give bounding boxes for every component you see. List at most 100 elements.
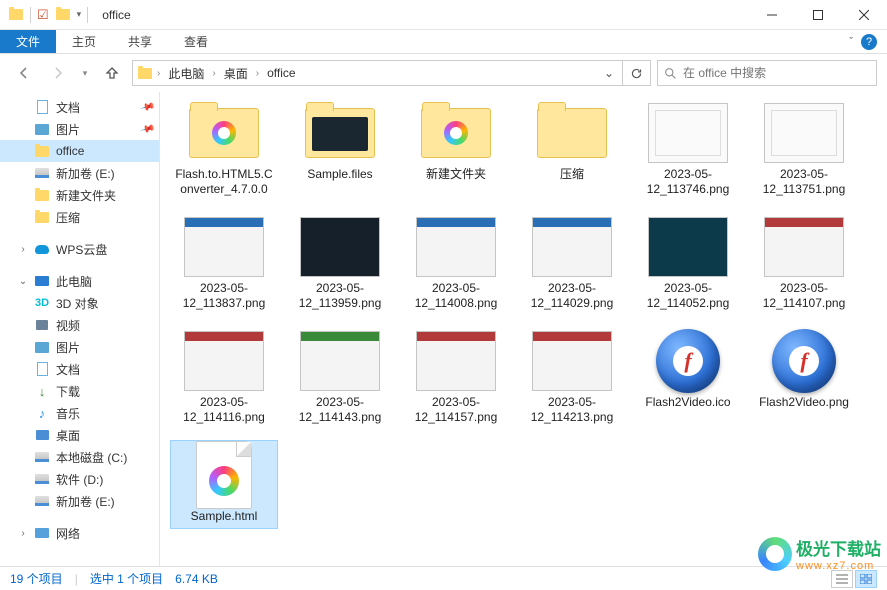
close-button[interactable] [841,0,887,30]
file-name-label: 2023-05-12_113959.png [291,281,389,311]
file-item[interactable]: Sample.html [170,440,278,529]
file-item[interactable]: fFlash2Video.png [750,326,858,430]
ribbon: 文件 主页 共享 查看 ˇ ? [0,30,887,54]
sidebar-item[interactable]: 新加卷 (E:) [0,162,159,184]
ribbon-tab-share[interactable]: 共享 [112,30,168,53]
file-name-label: 2023-05-12_114107.png [755,281,853,311]
sidebar-item[interactable]: ♪音乐 [0,402,159,424]
window-title: office [102,8,130,22]
chevron-right-icon[interactable]: › [18,528,28,539]
sidebar-item[interactable]: 新建文件夹 [0,184,159,206]
titlebar: ☑ ▾ office [0,0,887,30]
nav-up-button[interactable] [98,59,126,87]
address-dropdown-icon[interactable]: ⌄ [600,66,618,80]
file-item[interactable]: fFlash2Video.ico [634,326,742,430]
doc-icon [34,99,50,115]
breadcrumb-box[interactable]: › 此电脑 › 桌面 › office ⌄ [132,60,623,86]
file-item[interactable]: 压缩 [518,98,626,202]
sidebar-item-this-pc[interactable]: ⌄ 此电脑 [0,270,159,292]
file-name-label: 2023-05-12_114213.png [523,395,621,425]
file-item[interactable]: 2023-05-12_113837.png [170,212,278,316]
chevron-down-icon[interactable]: ⌄ [18,276,28,287]
disk-icon [34,493,50,509]
file-item[interactable]: 2023-05-12_114116.png [170,326,278,430]
file-item[interactable]: Flash.to.HTML5.Converter_4.7.0.0 [170,98,278,202]
view-details-button[interactable] [831,570,853,588]
sidebar-item[interactable]: ↓下载 [0,380,159,402]
file-item[interactable]: 2023-05-12_113751.png [750,98,858,202]
navigation-pane[interactable]: 文档📌图片📌office 新加卷 (E:) 新建文件夹压缩 › WPS云盘 ⌄ 此电… [0,92,160,566]
file-item[interactable]: 2023-05-12_114052.png [634,212,742,316]
disk-icon [34,471,50,487]
file-item[interactable]: 2023-05-12_114008.png [402,212,510,316]
file-item[interactable]: 2023-05-12_114107.png [750,212,858,316]
sidebar-item[interactable]: 文档 [0,358,159,380]
chevron-right-icon[interactable]: › [157,68,160,79]
refresh-button[interactable] [623,60,651,86]
pic-icon [34,339,50,355]
nav-back-button[interactable] [10,59,38,87]
file-item[interactable]: 2023-05-12_113959.png [286,212,394,316]
sidebar-item[interactable]: 图片 [0,336,159,358]
file-item[interactable]: 2023-05-12_114157.png [402,326,510,430]
chevron-right-icon[interactable]: › [212,68,215,79]
file-name-label: 2023-05-12_114157.png [407,395,505,425]
pic-icon [34,121,50,137]
sidebar-item-label: 本地磁盘 (C:) [56,449,127,466]
watermark-url: www.xz7.com [796,560,881,572]
file-list-area[interactable]: Flash.to.HTML5.Converter_4.7.0.0Sample.f… [160,92,887,566]
pc-icon [34,273,50,289]
download-icon: ↓ [34,383,50,399]
qat-checkbox-icon[interactable]: ☑ [37,7,49,23]
chevron-right-icon[interactable]: › [18,244,28,255]
ribbon-file-tab[interactable]: 文件 [0,30,56,53]
file-item[interactable]: 新建文件夹 [402,98,510,202]
file-item[interactable]: 2023-05-12_114029.png [518,212,626,316]
view-icons-button[interactable] [855,570,877,588]
sidebar-item[interactable]: 软件 (D:) [0,468,159,490]
nav-recent-dropdown[interactable]: ▾ [78,59,92,87]
breadcrumb-pc[interactable]: 此电脑 [164,65,208,82]
folder-icon [34,143,50,159]
file-item[interactable]: 2023-05-12_114143.png [286,326,394,430]
breadcrumb-desktop[interactable]: 桌面 [220,65,252,82]
qat-dropdown-icon[interactable]: ▾ [77,9,82,20]
sidebar-item[interactable]: 3D3D 对象 [0,292,159,314]
sidebar-item[interactable]: 压缩 [0,206,159,228]
disk-icon [34,165,50,181]
qat-folder-icon[interactable] [55,7,71,23]
breadcrumb-current[interactable]: office [263,66,299,80]
status-bar: 19 个项目 | 选中 1 个项目 6.74 KB [0,566,887,590]
breadcrumb-folder-icon [137,65,153,81]
file-name-label: 新建文件夹 [426,167,486,182]
desktop-icon [34,427,50,443]
maximize-button[interactable] [795,0,841,30]
file-item[interactable]: Sample.files [286,98,394,202]
sidebar-item-label: 新加卷 (E:) [56,165,115,182]
sidebar-item[interactable]: 本地磁盘 (C:) [0,446,159,468]
minimize-button[interactable] [749,0,795,30]
ribbon-expand-icon[interactable]: ˇ [849,36,853,48]
search-input[interactable] [683,66,870,80]
sidebar-item-wps-cloud[interactable]: › WPS云盘 [0,238,159,260]
search-icon [664,67,677,80]
sidebar-item-label: 3D 对象 [56,295,99,312]
ribbon-tab-home[interactable]: 主页 [56,30,112,53]
sidebar-item[interactable]: 新加卷 (E:) [0,490,159,512]
help-icon[interactable]: ? [861,34,877,50]
chevron-right-icon[interactable]: › [256,68,259,79]
sidebar-item[interactable]: 图片📌 [0,118,159,140]
search-box[interactable] [657,60,877,86]
sidebar-item-label: 压缩 [56,209,80,226]
sidebar-item[interactable]: 文档📌 [0,96,159,118]
doc-icon [34,361,50,377]
sidebar-item[interactable]: 视频 [0,314,159,336]
sidebar-item-network[interactable]: › 网络 [0,522,159,544]
sidebar-item[interactable]: 桌面 [0,424,159,446]
ribbon-tab-view[interactable]: 查看 [168,30,224,53]
sidebar-item-label: 图片 [56,339,80,356]
file-item[interactable]: 2023-05-12_113746.png [634,98,742,202]
sidebar-item[interactable]: office [0,140,159,162]
nav-forward-button[interactable] [44,59,72,87]
file-item[interactable]: 2023-05-12_114213.png [518,326,626,430]
